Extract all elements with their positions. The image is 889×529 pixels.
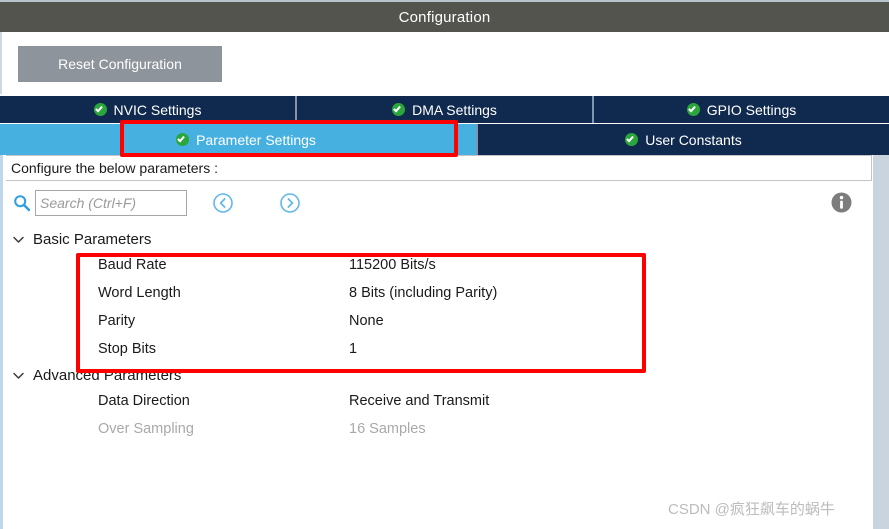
param-name: Baud Rate [98,257,167,273]
tab-row-secondary: Parameter Settings User Constants [0,124,889,155]
info-icon[interactable] [830,191,853,214]
group-header-advanced-parameters[interactable]: Advanced Parameters [3,363,872,387]
param-name: Parity [98,313,136,329]
group-header-basic-parameters[interactable]: Basic Parameters [3,227,872,251]
group-label: Basic Parameters [33,230,152,248]
param-name: Stop Bits [98,341,157,357]
window-titlebar: Configuration [0,0,889,32]
table-row[interactable]: Baud Rate 115200 Bits/s [3,251,872,279]
group-label: Advanced Parameters [33,366,182,384]
search-icon [13,194,31,212]
param-value[interactable]: None [349,313,384,329]
param-value[interactable]: 115200 Bits/s [349,257,436,273]
window-title: Configuration [398,8,491,26]
table-row: Over Sampling 16 Samples [3,415,872,443]
check-circle-icon [625,133,639,146]
tab-label: DMA Settings [412,101,497,118]
tab-nvic-settings[interactable]: NVIC Settings [0,96,297,123]
param-name: Data Direction [98,393,190,409]
param-name: Over Sampling [98,421,194,437]
table-row[interactable]: Word Length 8 Bits (including Parity) [3,279,872,307]
search-row [3,188,872,220]
watermark-text: CSDN @疯狂飙车的蜗牛 [668,501,835,518]
tab-label: GPIO Settings [706,101,797,118]
chevron-down-icon [12,233,25,246]
parameter-settings-panel: Configure the below parameters : Search … [0,155,872,529]
tab-gpio-settings[interactable]: GPIO Settings [594,96,889,123]
param-value[interactable]: 8 Bits (including Parity) [349,285,497,301]
tab-dma-settings[interactable]: DMA Settings [297,96,594,123]
chevron-right-circle-icon[interactable] [279,192,301,214]
right-scroll-strip[interactable] [872,155,889,529]
hint-bar: Configure the below parameters : [6,155,872,181]
check-circle-icon [176,133,190,146]
check-circle-icon [686,103,700,116]
check-circle-icon [93,103,107,116]
tab-label: NVIC Settings [113,101,202,118]
param-value: 16 Samples [349,421,426,437]
configuration-window: Configuration Reset Configuration NVIC S… [0,0,889,529]
toolbar-area: Reset Configuration [0,32,889,94]
tab-parameter-settings[interactable]: Parameter Settings [16,124,478,155]
table-row[interactable]: Parity None [3,307,872,335]
tab-user-constants[interactable]: User Constants [478,124,889,155]
chevron-down-icon [12,369,25,382]
param-value[interactable]: 1 [349,341,357,357]
table-row[interactable]: Data Direction Receive and Transmit [3,387,872,415]
hint-text: Configure the below parameters : [11,160,218,176]
tab-label: User Constants [645,131,742,148]
param-name: Word Length [98,285,181,301]
tab-row-primary: NVIC Settings DMA Settings GPIO Settings [0,96,889,123]
table-row[interactable]: Stop Bits 1 [3,335,872,363]
reset-configuration-button[interactable]: Reset Configuration [18,46,222,82]
check-circle-icon [392,103,406,116]
tab-row-spacer [0,124,16,155]
param-value[interactable]: Receive and Transmit [349,393,489,409]
search-input[interactable] [35,190,187,216]
chevron-left-circle-icon[interactable] [212,192,234,214]
parameter-tree: Basic Parameters Baud Rate 115200 Bits/s… [3,227,872,443]
tab-label: Parameter Settings [196,131,316,148]
